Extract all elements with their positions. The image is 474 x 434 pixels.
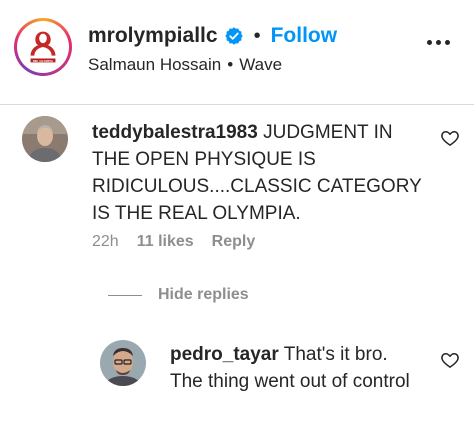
reply-username[interactable]: pedro_tayar — [170, 344, 279, 365]
audio-track: Wave — [239, 55, 283, 74]
comment-body: teddybalestra1983 JUDGMENT IN THE OPEN P… — [92, 119, 422, 227]
more-options-icon[interactable] — [427, 40, 450, 45]
avatar-photo — [22, 116, 68, 162]
profile-avatar[interactable]: MR. OLYMPIA — [14, 18, 72, 76]
comment-username[interactable]: teddybalestra1983 — [92, 122, 258, 143]
hide-replies-label: Hide replies — [158, 286, 249, 303]
comment-likes[interactable]: 11 likes — [137, 233, 194, 251]
comment-time: 22h — [92, 233, 119, 250]
audio-artist: Salmaun Hossain — [88, 55, 222, 74]
header-divider — [0, 104, 474, 105]
reply-button[interactable]: Reply — [212, 233, 256, 251]
reply-body: pedro_tayar That's it bro. The thing wen… — [170, 341, 420, 395]
more-dot — [427, 40, 432, 45]
more-dot — [445, 40, 450, 45]
logo-lettering: MR. OLYMPIA — [33, 59, 54, 63]
post-header: MR. OLYMPIA mrolympiallc • Follow Salmau… — [0, 0, 474, 104]
more-dot — [436, 40, 441, 45]
header-title-row: mrolympiallc • Follow — [88, 24, 337, 48]
post-author-username[interactable]: mrolympiallc — [88, 24, 218, 48]
hide-replies-button[interactable]: Hide replies — [108, 286, 249, 304]
commenter-avatar[interactable] — [22, 116, 68, 162]
mr-olympia-logo: MR. OLYMPIA — [20, 24, 66, 70]
heart-icon[interactable] — [440, 128, 460, 148]
heart-icon[interactable] — [440, 350, 460, 370]
avatar-inner: MR. OLYMPIA — [17, 21, 69, 73]
audio-attribution[interactable]: Salmaun Hossain • Wave — [88, 55, 282, 75]
hide-replies-line — [108, 294, 142, 296]
comment-meta: 22h 11 likes Reply — [92, 233, 255, 251]
audio-separator: • — [227, 55, 234, 74]
title-separator: • — [253, 24, 261, 47]
avatar-photo — [100, 340, 146, 386]
follow-button[interactable]: Follow — [271, 24, 338, 48]
reply-avatar[interactable] — [100, 340, 146, 386]
verified-badge-icon — [224, 27, 243, 45]
